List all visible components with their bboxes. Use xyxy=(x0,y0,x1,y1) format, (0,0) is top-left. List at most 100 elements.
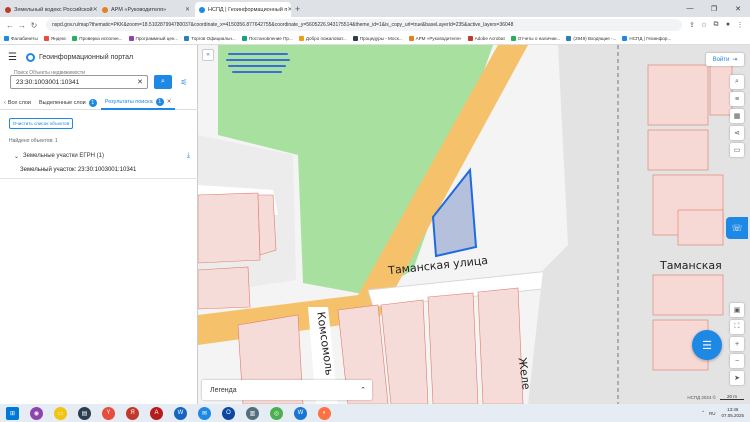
extensions-icon[interactable]: ⧉ xyxy=(710,21,722,29)
minimize-icon[interactable]: — xyxy=(678,0,702,17)
close-icon[interactable]: ✕ xyxy=(287,6,291,13)
bookmark-label: Добро пожаловат... xyxy=(305,36,347,41)
bookmark-item[interactable]: Постановление Пр... xyxy=(241,36,293,41)
browser-tab-active[interactable]: НСПД | Геоинформационный п ✕ xyxy=(195,2,291,17)
new-tab-button[interactable]: + xyxy=(295,2,300,17)
outlook-icon[interactable]: O xyxy=(222,406,235,420)
profile-icon[interactable]: ● xyxy=(722,21,734,29)
start-icon[interactable]: ⊞ xyxy=(6,406,19,420)
chevron-up-icon: ⌃ xyxy=(360,387,366,394)
result-item[interactable]: Земельный участок: 23:30:1003001:10341 xyxy=(20,167,136,173)
url-input[interactable]: nspd.gov.ru/map?thematic=PKK&zoom=18.510… xyxy=(46,19,682,31)
bookmark-icon xyxy=(622,36,628,41)
more-icon[interactable]: ⋮ xyxy=(734,21,746,29)
close-icon[interactable]: ✕ xyxy=(167,99,172,105)
bookmark-item[interactable]: АРМ «Руководителя» xyxy=(408,36,462,41)
tab-label: Все слои xyxy=(7,99,32,106)
reload-icon[interactable]: ↻ xyxy=(28,21,40,30)
grid-tool-button[interactable]: ▦ xyxy=(730,109,744,123)
restore-icon[interactable]: ❐ xyxy=(702,0,726,17)
tab-search-results[interactable]: Результаты поиска 1 ✕ xyxy=(100,96,176,110)
mail-icon[interactable]: ✉ xyxy=(198,406,211,420)
legend-dropdown[interactable]: Легенда ⌃ xyxy=(202,380,372,400)
close-icon[interactable]: ✕ xyxy=(93,6,97,13)
menu-icon[interactable]: ☰ xyxy=(8,52,20,63)
bookmark-icon xyxy=(467,36,473,41)
tab-all-layers[interactable]: ‹ Все слои xyxy=(0,96,35,110)
portal-logo-icon xyxy=(26,52,35,62)
close-window-icon[interactable]: ✕ xyxy=(726,0,750,17)
os-taskbar: ⊞ ◉ ▭ ▤ Y Я A W ✉ O ▥ ◎ W ◐ ⌃ RU 13:46 0… xyxy=(0,404,750,422)
close-icon[interactable]: ✕ xyxy=(185,6,190,13)
fullscreen-button[interactable]: ⛶ xyxy=(730,320,744,334)
collapse-sidebar-button[interactable]: « xyxy=(202,49,214,61)
layers-tool-button[interactable]: ≡ xyxy=(730,92,744,106)
bookmark-label: НСПД | Геоинфор... xyxy=(629,36,672,41)
chat-button[interactable]: ☰ xyxy=(692,330,722,360)
bookmark-item[interactable]: НСПД | Геоинфор... xyxy=(622,36,671,41)
clear-list-button[interactable]: Очистить список объектов xyxy=(9,118,73,129)
acrobat-icon[interactable]: A xyxy=(150,406,163,420)
share-icon[interactable]: ⇪ xyxy=(686,21,698,29)
login-button[interactable]: Войти ⇥ xyxy=(706,53,744,66)
clear-icon[interactable]: ✕ xyxy=(137,78,143,86)
files-icon[interactable]: ▥ xyxy=(246,406,259,420)
tray-up-icon[interactable]: ⌃ xyxy=(701,410,705,416)
search-icon: ⌕ xyxy=(161,78,165,85)
browser-tab[interactable]: Земельный кодекс Российской ✕ xyxy=(1,2,97,17)
window-controls: — ❐ ✕ xyxy=(678,0,750,17)
chrome-icon[interactable]: ◎ xyxy=(270,406,283,420)
feedback-icon[interactable]: ☏ xyxy=(726,217,748,239)
bookmark-label: Процедуры - Моск... xyxy=(359,36,403,41)
locate-button[interactable]: ➤ xyxy=(730,371,744,385)
search-button[interactable]: ⌕ xyxy=(154,75,172,89)
zoom-in-button[interactable]: + xyxy=(730,337,744,351)
ruler-tool-button[interactable]: ▭ xyxy=(730,143,744,157)
tab-label: НСПД | Геоинформационный п xyxy=(208,6,288,13)
bookmark-item[interactable]: (2949) Входящие -... xyxy=(566,36,616,41)
search-input[interactable]: 23:30:1003001:10341 ✕ xyxy=(10,75,148,89)
tab-favicon-icon xyxy=(5,6,11,13)
bookmark-label: Постановление Пр... xyxy=(248,36,293,41)
explorer-icon[interactable]: ▭ xyxy=(54,406,67,420)
yandex-browser-icon[interactable]: Y xyxy=(102,406,115,420)
language-indicator[interactable]: RU xyxy=(709,411,716,416)
count-badge: 1 xyxy=(155,97,164,106)
bookmark-item[interactable]: Фалабинеты xyxy=(4,36,38,41)
search-tool-button[interactable]: ⌕ xyxy=(730,75,744,89)
bookmark-item[interactable]: Добро пожаловат... xyxy=(298,36,347,41)
bookmark-label: Программный цен... xyxy=(135,36,179,41)
map-view[interactable]: Таманская улица Таманская Комсомоль Желе… xyxy=(198,45,750,404)
filter-button[interactable]: ⚟ xyxy=(178,75,190,89)
sidebar-tabs: ‹ Все слои Выделенные слои 1 Результаты … xyxy=(0,96,198,110)
download-icon[interactable]: ⤓ xyxy=(187,152,190,160)
alice-icon[interactable]: ◉ xyxy=(30,406,43,420)
system-tray: ⌃ RU 13:46 07.05.2025 xyxy=(701,407,750,419)
word-icon[interactable]: W xyxy=(174,406,187,420)
bookmark-item[interactable]: Процедуры - Моск... xyxy=(352,36,403,41)
bookmark-item[interactable]: Adobe Acrobat xyxy=(467,36,505,41)
print-button[interactable]: ▣ xyxy=(730,303,744,317)
tab-selected-layers[interactable]: Выделенные слои 1 xyxy=(35,96,101,110)
app-icon[interactable]: ▤ xyxy=(78,406,91,420)
result-group[interactable]: ⌄ Земельные участки ЕГРН (1) ⤓ xyxy=(14,152,190,160)
clock[interactable]: 13:46 07.05.2025 xyxy=(721,407,744,419)
bookmark-item[interactable]: Программный цен... xyxy=(128,36,179,41)
browser-tab[interactable]: АРМ «Руководителя» ✕ xyxy=(98,2,194,17)
forward-icon[interactable]: → xyxy=(16,21,28,30)
firefox-icon[interactable]: ◐ xyxy=(318,406,331,420)
yandex-icon[interactable]: Я xyxy=(126,406,139,420)
back-icon[interactable]: ← xyxy=(4,21,16,30)
bookmark-item[interactable]: Проверка исполне... xyxy=(72,36,123,41)
zoom-out-button[interactable]: − xyxy=(730,354,744,368)
filter-icon: ⚟ xyxy=(180,77,188,87)
bookmark-item[interactable]: Яндекс xyxy=(43,36,66,41)
bookmark-item[interactable]: Торгов Официальн... xyxy=(184,36,236,41)
word-doc-icon[interactable]: W xyxy=(294,406,307,420)
bookmark-label: Торгов Официальн... xyxy=(191,36,236,41)
bookmark-item[interactable]: Отчеты о наличии... xyxy=(510,36,560,41)
share-tool-button[interactable]: ⋖ xyxy=(730,126,744,140)
tab-label: Выделенные слои xyxy=(39,99,86,106)
portal-title: Геоинформационный портал xyxy=(39,53,134,61)
star-icon[interactable]: ☆ xyxy=(698,21,710,29)
